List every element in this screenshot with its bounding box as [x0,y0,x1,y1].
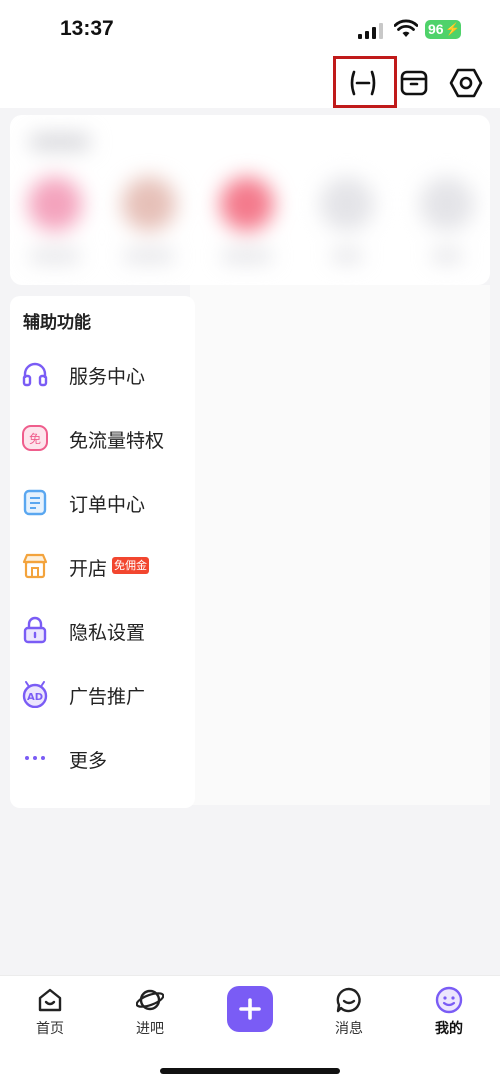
blurred-app-avatar [28,177,82,231]
item-label: 开店 [69,558,108,580]
blurred-app-avatar [220,177,274,231]
blurred-caption [30,251,80,261]
bottom-tab-bar: 首页 进吧 消息 我的 [0,975,500,1083]
privacy-settings-item[interactable]: 隐私设置 [10,605,195,655]
tab-explore[interactable]: 进吧 [110,976,190,1046]
item-label: 服务中心 [69,366,146,388]
item-label: 更多 [69,750,108,772]
highlight-box [333,56,397,108]
blurred-content [10,115,490,285]
blurred-caption [332,251,362,261]
top-toolbar [0,58,500,108]
item-label: 广告推广 [69,686,146,708]
section-title: 辅助功能 [23,313,91,333]
item-label: 隐私设置 [69,622,146,644]
battery-indicator: 96 ⚡ [425,20,461,39]
service-center-item[interactable]: 服务中心 [10,349,195,399]
box-icon[interactable] [397,66,431,100]
shop-icon [22,553,48,579]
home-indicator [160,1068,340,1074]
blurred-background [190,285,490,805]
tab-label: 首页 [36,1021,64,1037]
tab-label: 我的 [435,1021,463,1037]
blurred-app-avatar [420,177,474,231]
free-data-item[interactable]: 免 免流量特权 [10,413,195,463]
settings-icon[interactable] [449,66,483,100]
ad-icon: AD [22,681,48,708]
status-bar: 13:37 96 ⚡ [0,0,500,58]
charging-bolt-icon: ⚡ [445,22,460,36]
planet-icon [136,989,164,1011]
blurred-caption [124,251,174,261]
commission-free-badge: 免佣金 [112,557,149,574]
cellular-signal-icon [358,23,383,39]
blurred-app-avatar [122,177,176,231]
tab-label: 消息 [335,1021,363,1037]
plus-icon [239,998,261,1020]
ad-promotion-item[interactable]: AD 广告推广 [10,669,195,719]
lock-icon [23,616,47,644]
tab-mine[interactable]: 我的 [409,976,489,1046]
wifi-icon [394,19,418,37]
blurred-card [10,115,490,285]
blurred-app-avatar [320,177,374,231]
smiley-profile-icon [435,986,463,1014]
order-icon [23,489,47,516]
open-shop-item[interactable]: 开店 免佣金 [10,541,195,591]
blurred-caption [432,251,462,261]
assist-features-card: 辅助功能 服务中心 免 免流量特权 订单中心 开店 免佣金 隐私设置 AD 广告… [10,296,195,808]
tab-label: 进吧 [136,1021,164,1037]
message-icon [336,987,361,1013]
item-label: 免流量特权 [69,430,165,452]
ad-icon-text: AD [27,692,43,703]
more-icon [25,756,45,760]
item-label: 订单中心 [69,494,146,516]
status-time: 13:37 [60,17,114,40]
blurred-caption [222,251,272,261]
free-data-icon-text: 免 [29,431,41,446]
order-center-item[interactable]: 订单中心 [10,477,195,527]
tab-home[interactable]: 首页 [10,976,90,1046]
post-button[interactable] [227,986,273,1032]
blurred-title [30,135,90,149]
more-item[interactable]: 更多 [10,733,195,783]
home-icon [38,988,62,1012]
tab-messages[interactable]: 消息 [309,976,389,1046]
free-data-icon: 免 [22,425,48,451]
battery-level: 96 [428,21,444,37]
headset-icon [22,362,48,387]
